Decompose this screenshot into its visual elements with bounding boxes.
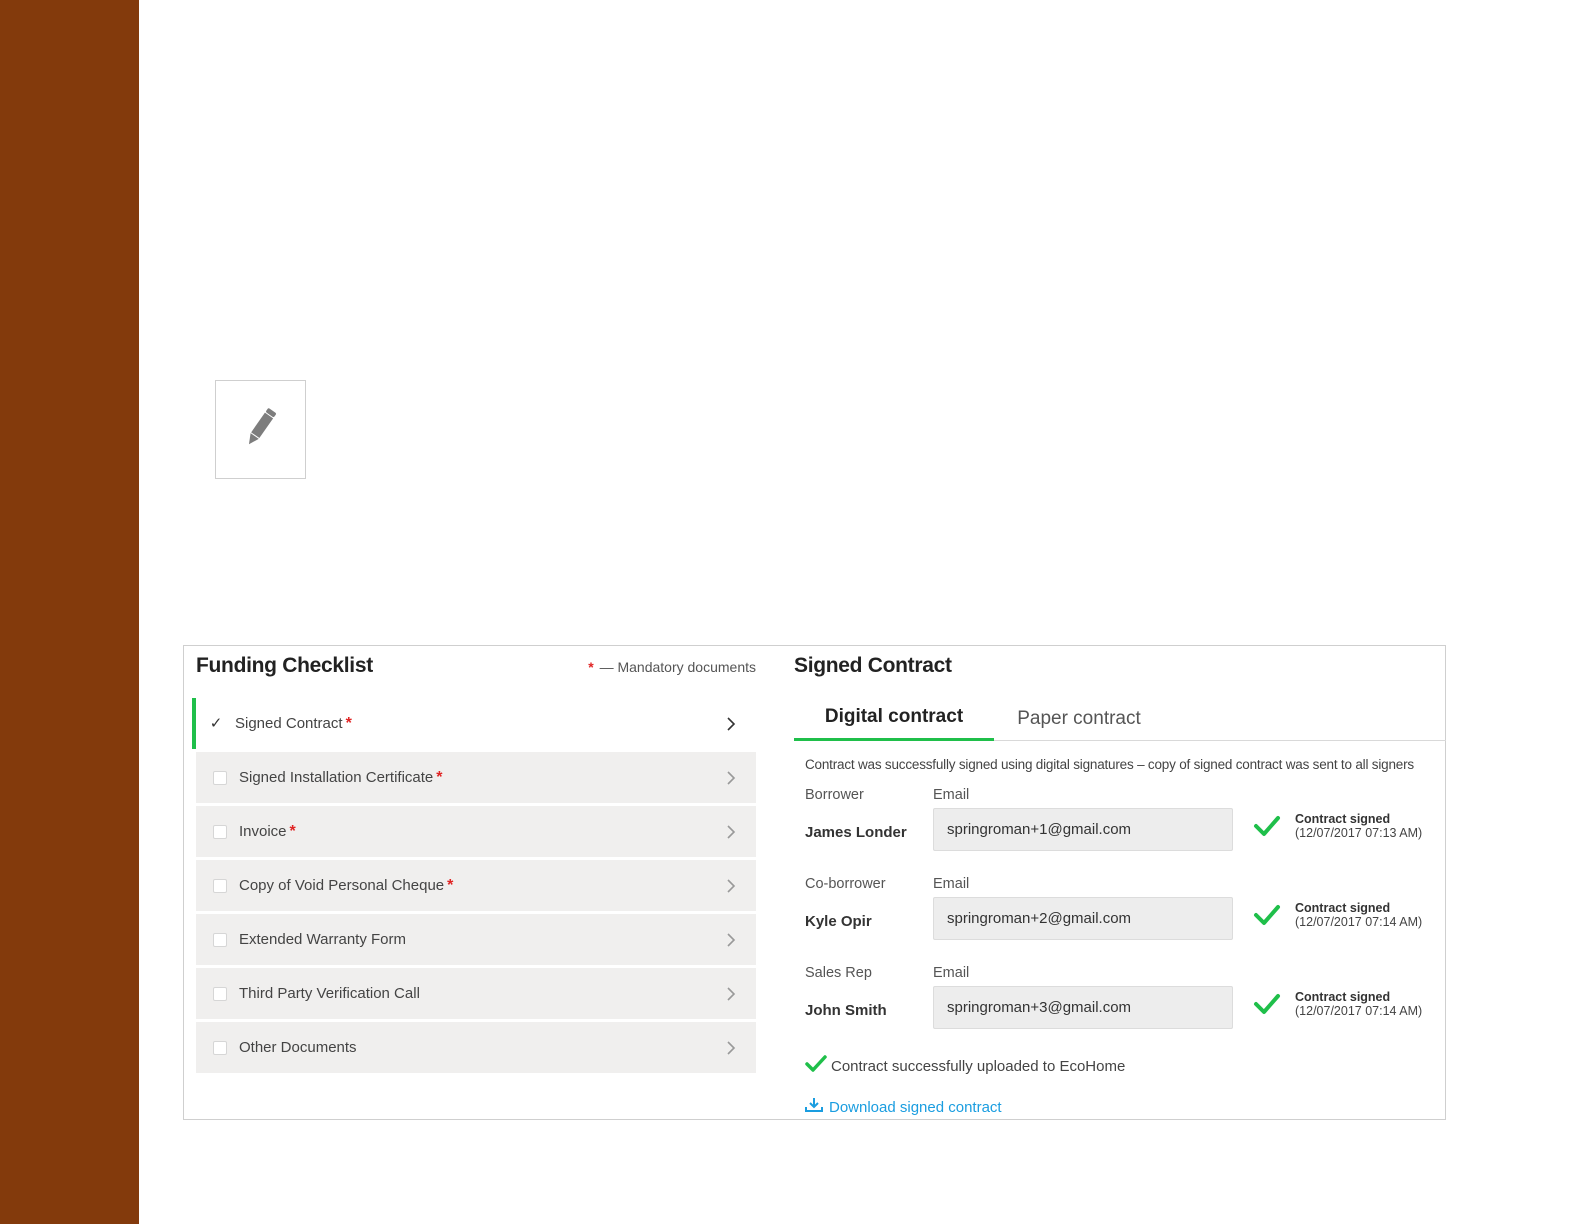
checklist-item-label: Extended Warranty Form — [239, 931, 406, 948]
checklist-item-label: Signed Contract — [235, 715, 343, 732]
check-icon — [1253, 815, 1281, 842]
signer-role: Sales Rep — [805, 965, 872, 981]
checkbox[interactable] — [213, 824, 227, 839]
signature-status-label: Contract signed — [1295, 990, 1391, 1004]
checklist-item-void-cheque[interactable]: Copy of Void Personal Cheque * — [196, 860, 756, 911]
chevron-right-icon — [722, 769, 740, 787]
contract-tabs: Digital contract Paper contract — [794, 696, 1446, 741]
mandatory-star: * — [588, 659, 594, 675]
checkbox[interactable] — [213, 878, 227, 893]
email-label: Email — [933, 965, 970, 981]
signature-status-label: Contract signed — [1295, 812, 1391, 826]
signature-timestamp: (12/07/2017 07:14 AM) — [1295, 1004, 1423, 1018]
funding-checklist: Funding Checklist * — Mandatory document… — [192, 646, 756, 1119]
checklist-item-label: Third Party Verification Call — [239, 985, 420, 1002]
edit-button[interactable] — [215, 380, 306, 479]
check-icon — [1253, 993, 1281, 1020]
signer-role: Borrower — [805, 787, 864, 803]
chevron-right-icon — [722, 985, 740, 1003]
contract-title: Signed Contract — [794, 654, 952, 677]
signature-timestamp: (12/07/2017 07:14 AM) — [1295, 915, 1423, 929]
required-star: * — [289, 822, 296, 840]
signed-contract-section: Signed Contract Digital contract Paper c… — [794, 646, 1446, 1119]
checklist-item-label: Other Documents — [239, 1039, 357, 1056]
chevron-right-icon — [722, 931, 740, 949]
mandatory-legend: * — Mandatory documents — [588, 659, 756, 675]
checklist-item-label: Signed Installation Certificate — [239, 769, 434, 786]
checklist-items: ✓ Signed Contract * Signed Installation … — [192, 698, 756, 1076]
borrower-email-field[interactable] — [933, 808, 1233, 851]
signer-sales-rep: Sales Rep Email John Smith Contract sign… — [805, 965, 1446, 1045]
checkmark-icon[interactable]: ✓ — [209, 716, 223, 731]
mandatory-note-text: — Mandatory documents — [599, 659, 756, 675]
chevron-right-icon — [722, 1039, 740, 1057]
checklist-item-installation-certificate[interactable]: Signed Installation Certificate * — [196, 752, 756, 803]
co-borrower-email-field[interactable] — [933, 897, 1233, 940]
checklist-item-label: Invoice — [239, 823, 287, 840]
email-label: Email — [933, 787, 970, 803]
pencil-icon — [244, 403, 278, 456]
chevron-right-icon — [722, 823, 740, 841]
checkbox[interactable] — [213, 1040, 227, 1055]
signature-status: Contract signed (12/07/2017 07:13 AM) — [1295, 812, 1422, 840]
check-icon — [1253, 904, 1281, 931]
checklist-item-label: Copy of Void Personal Cheque — [239, 877, 445, 894]
required-star: * — [436, 768, 443, 786]
signing-success-message: Contract was successfully signed using d… — [805, 757, 1414, 772]
email-label: Email — [933, 876, 970, 892]
checklist-item-other-documents[interactable]: Other Documents — [196, 1022, 756, 1073]
chevron-right-icon — [722, 877, 740, 895]
signer-name: James Londer — [805, 824, 907, 841]
checkbox[interactable] — [213, 986, 227, 1001]
required-star: * — [447, 876, 454, 894]
download-signed-contract-link[interactable]: Download signed contract — [805, 1097, 1002, 1117]
chevron-right-icon — [722, 715, 740, 733]
signature-status: Contract signed (12/07/2017 07:14 AM) — [1295, 901, 1422, 929]
signature-timestamp: (12/07/2017 07:13 AM) — [1295, 826, 1423, 840]
upload-success: Contract successfully uploaded to EcoHom… — [805, 1055, 1125, 1077]
signer-name: Kyle Opir — [805, 913, 872, 930]
download-link-label: Download signed contract — [829, 1098, 1002, 1116]
checklist-item-invoice[interactable]: Invoice * — [196, 806, 756, 857]
signer-name: John Smith — [805, 1002, 887, 1019]
checkbox[interactable] — [213, 770, 227, 785]
checklist-item-extended-warranty[interactable]: Extended Warranty Form — [196, 914, 756, 965]
required-star: * — [345, 714, 352, 732]
signature-status: Contract signed (12/07/2017 07:14 AM) — [1295, 990, 1422, 1018]
funding-panel: Funding Checklist * — Mandatory document… — [183, 645, 1446, 1120]
download-icon — [805, 1097, 829, 1117]
signature-status-label: Contract signed — [1295, 901, 1391, 915]
upload-success-text: Contract successfully uploaded to EcoHom… — [831, 1057, 1126, 1075]
check-icon — [805, 1055, 831, 1077]
checklist-item-signed-contract[interactable]: ✓ Signed Contract * — [192, 698, 756, 749]
signer-co-borrower: Co-borrower Email Kyle Opir Contract sig… — [805, 876, 1446, 956]
tab-digital-contract[interactable]: Digital contract — [794, 696, 994, 741]
tab-paper-contract[interactable]: Paper contract — [994, 696, 1164, 741]
checklist-title: Funding Checklist — [196, 654, 373, 677]
signer-role: Co-borrower — [805, 876, 886, 892]
signer-borrower: Borrower Email James Londer Contract sig… — [805, 787, 1446, 867]
sales-rep-email-field[interactable] — [933, 986, 1233, 1029]
sidebar — [0, 0, 139, 1224]
checklist-item-third-party-verification[interactable]: Third Party Verification Call — [196, 968, 756, 1019]
checkbox[interactable] — [213, 932, 227, 947]
